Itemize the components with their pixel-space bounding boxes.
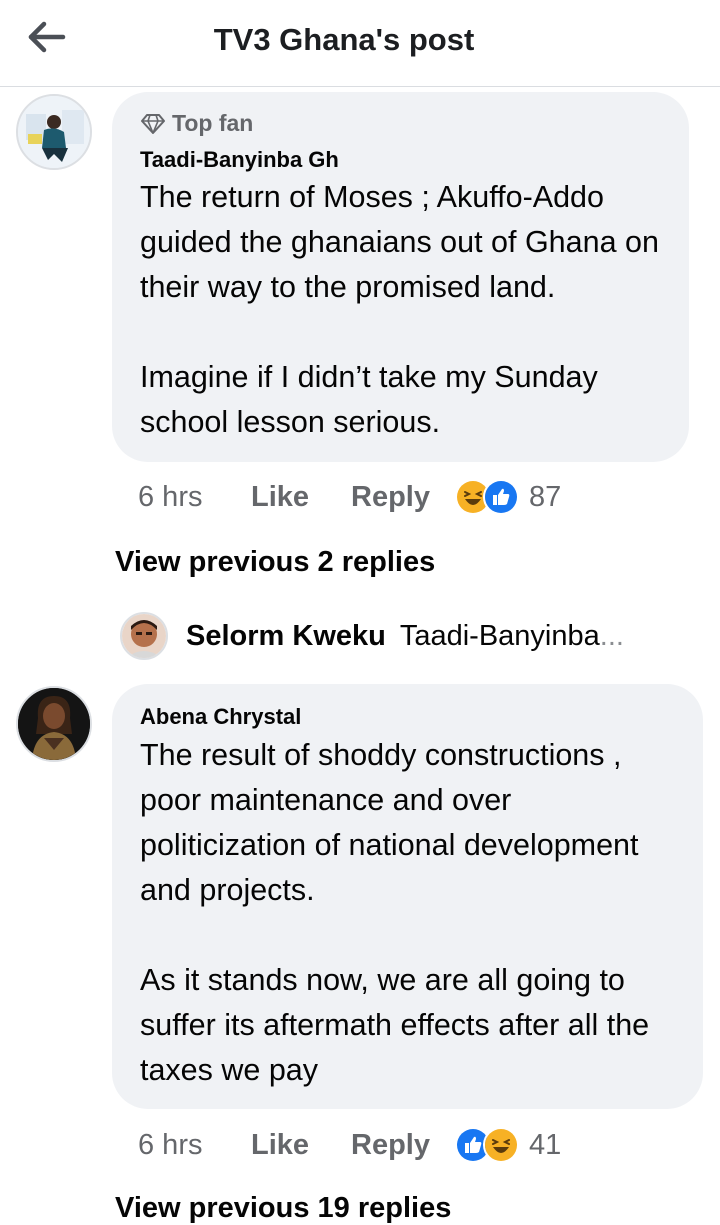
profile-photo: [18, 688, 90, 760]
reactions-summary[interactable]: 87: [455, 479, 561, 515]
comment-bubble[interactable]: Abena Chrystal The result of shoddy cons…: [112, 684, 703, 1109]
reply-author[interactable]: Selorm Kweku: [186, 620, 386, 653]
page-title: TV3 Ghana's post: [213, 22, 475, 57]
comment-time[interactable]: 6 hrs: [138, 1129, 251, 1162]
avatar[interactable]: [16, 94, 92, 170]
comment-time[interactable]: 6 hrs: [138, 481, 251, 514]
view-previous-replies[interactable]: View previous 2 replies: [115, 546, 435, 579]
haha-icon: [483, 1127, 519, 1163]
profile-photo: [18, 96, 90, 168]
diamond-icon: [141, 113, 165, 134]
reply-ellipsis: ...: [599, 619, 624, 652]
comment-author[interactable]: Abena Chrystal: [140, 704, 301, 730]
reply-preview[interactable]: Selorm Kweku Taadi-Banyinba...: [120, 610, 710, 662]
reply-button[interactable]: Reply: [351, 481, 455, 514]
comment-author[interactable]: Taadi-Banyinba Gh: [140, 147, 339, 173]
view-previous-replies[interactable]: View previous 19 replies: [115, 1192, 451, 1225]
comment-text: The result of shoddy constructions , poo…: [140, 738, 650, 1087]
comment-text: The return of Moses ; Akuffo-Addo guided…: [140, 180, 659, 439]
like-icon: [483, 479, 519, 515]
profile-photo: [122, 614, 166, 658]
reaction-count: 87: [529, 480, 562, 513]
reply-snippet: Taadi-Banyinba: [399, 619, 600, 652]
reply-button[interactable]: Reply: [351, 1129, 455, 1162]
top-fan-badge: Top fan: [140, 110, 253, 137]
like-button[interactable]: Like: [251, 1129, 351, 1162]
like-button[interactable]: Like: [251, 481, 351, 514]
comment-actions: 6 hrs Like Reply 87: [138, 477, 561, 517]
comment-actions: 6 hrs Like Reply 41: [138, 1125, 561, 1165]
avatar[interactable]: [120, 612, 168, 660]
avatar[interactable]: [16, 686, 92, 762]
reactions-summary[interactable]: 41: [455, 1127, 561, 1163]
reaction-count: 41: [529, 1128, 562, 1161]
comment-bubble[interactable]: Top fan Taadi-Banyinba Gh The return of …: [112, 92, 689, 462]
top-bar: TV3 Ghana's post: [0, 0, 720, 87]
badge-label: Top fan: [172, 110, 254, 136]
